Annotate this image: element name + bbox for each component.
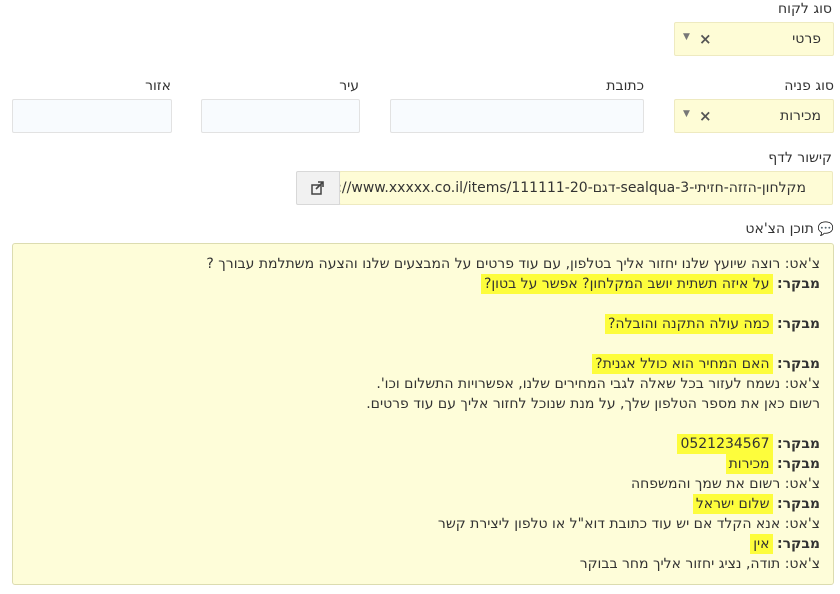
address-label: כתובת <box>606 78 644 94</box>
chat-speaker: מבקר: <box>776 356 820 372</box>
chat-message: כמה עולה התקנה והובלה? <box>605 314 773 334</box>
chat-message: האם המחיר הוא כולל אגנית? <box>592 354 773 374</box>
chat-line: מבקר: אין <box>750 534 820 554</box>
chat-bubbles-icon: 💬 <box>817 222 834 237</box>
chat-message: מכירות <box>725 454 773 474</box>
chat-title-text: תוכן הצ'אט <box>745 221 814 237</box>
city-label: עיר <box>339 78 359 94</box>
chat-line: מבקר: האם המחיר הוא כולל אגנית? <box>592 354 820 374</box>
chat-speaker: צ'אט: <box>784 556 820 572</box>
chat-message: אין <box>750 534 773 554</box>
chat-message: שלום ישראל <box>692 494 773 514</box>
city-input[interactable] <box>201 99 360 133</box>
inquiry-type-select[interactable]: מכירות × ▼ <box>674 99 834 133</box>
chat-line: צ'אט: רשום את שמך והמשפחה <box>631 474 820 494</box>
chat-speaker: צ'אט: <box>784 256 820 272</box>
chat-message: על איזה תשתית יושב המקלחון? אפשר על בטון… <box>480 274 773 294</box>
region-label: אזור <box>145 78 171 94</box>
chat-line: צ'אט: רוצה שיועץ שלנו יחזור אליך בטלפון,… <box>206 254 820 274</box>
open-link-button[interactable] <box>296 171 340 205</box>
chat-speaker: מבקר: <box>776 276 820 292</box>
chat-speaker: צ'אט: <box>784 476 820 492</box>
customer-type-label: סוג לקוח <box>778 1 832 17</box>
chat-speaker: צ'אט: <box>784 516 820 532</box>
customer-type-value: פרטי <box>792 31 821 47</box>
chat-line: מבקר: שלום ישראל <box>692 494 820 514</box>
page-link-value: https://www.xxxxx.co.il/items/111111-דגם… <box>301 180 806 196</box>
chat-title: 💬תוכן הצ'אט <box>745 221 834 237</box>
chat-message: נשמח לעזור בכל שאלה לגבי המחירים שלנו, א… <box>376 376 781 392</box>
external-link-icon <box>311 181 324 195</box>
chat-line: מבקר: 0521234567 <box>677 434 820 454</box>
chat-message: רוצה שיועץ שלנו יחזור אליך בטלפון, עם עו… <box>206 256 781 272</box>
chat-message: אנא הקלד אם יש עוד כתובת דוא"ל או טלפון … <box>437 516 781 532</box>
customer-type-select[interactable]: פרטי × ▼ <box>674 22 834 56</box>
chat-line: רשום כאן את מספר הטלפון שלך, על מנת שנוכ… <box>366 394 820 414</box>
chat-message: 0521234567 <box>677 434 773 454</box>
chat-message: תודה, נציג יחזור אליך מחר בבוקר <box>579 556 781 572</box>
chat-speaker: מבקר: <box>776 496 820 512</box>
chat-speaker: מבקר: <box>776 456 820 472</box>
clear-icon[interactable]: × <box>699 107 712 125</box>
chat-speaker: מבקר: <box>776 536 820 552</box>
chat-speaker: צ'אט: <box>784 376 820 392</box>
chat-speaker: מבקר: <box>776 436 820 452</box>
chat-message: רשום כאן את מספר הטלפון שלך, על מנת שנוכ… <box>366 396 820 412</box>
chat-line: מבקר: כמה עולה התקנה והובלה? <box>605 314 820 334</box>
chat-line: צ'אט: תודה, נציג יחזור אליך מחר בבוקר <box>580 554 820 574</box>
chat-line: צ'אט: נשמח לעזור בכל שאלה לגבי המחירים ש… <box>376 374 820 394</box>
inquiry-type-value: מכירות <box>780 108 821 124</box>
chevron-down-icon[interactable]: ▼ <box>683 109 690 119</box>
address-input[interactable] <box>390 99 644 133</box>
page-link-input[interactable]: https://www.xxxxx.co.il/items/111111-דגם… <box>301 171 833 205</box>
clear-icon[interactable]: × <box>699 30 712 48</box>
chat-line: צ'אט: אנא הקלד אם יש עוד כתובת דוא"ל או … <box>438 514 820 534</box>
chat-line: מבקר: על איזה תשתית יושב המקלחון? אפשר ע… <box>480 274 820 294</box>
page-link-label: קישור לדף <box>768 150 832 166</box>
chevron-down-icon[interactable]: ▼ <box>683 32 690 42</box>
chat-message: רשום את שמך והמשפחה <box>631 476 781 492</box>
inquiry-type-label: סוג פניה <box>784 78 834 94</box>
chat-content-box: צ'אט: רוצה שיועץ שלנו יחזור אליך בטלפון,… <box>12 243 834 585</box>
region-input[interactable] <box>12 99 172 133</box>
chat-speaker: מבקר: <box>776 316 820 332</box>
chat-line: מבקר: מכירות <box>725 454 820 474</box>
